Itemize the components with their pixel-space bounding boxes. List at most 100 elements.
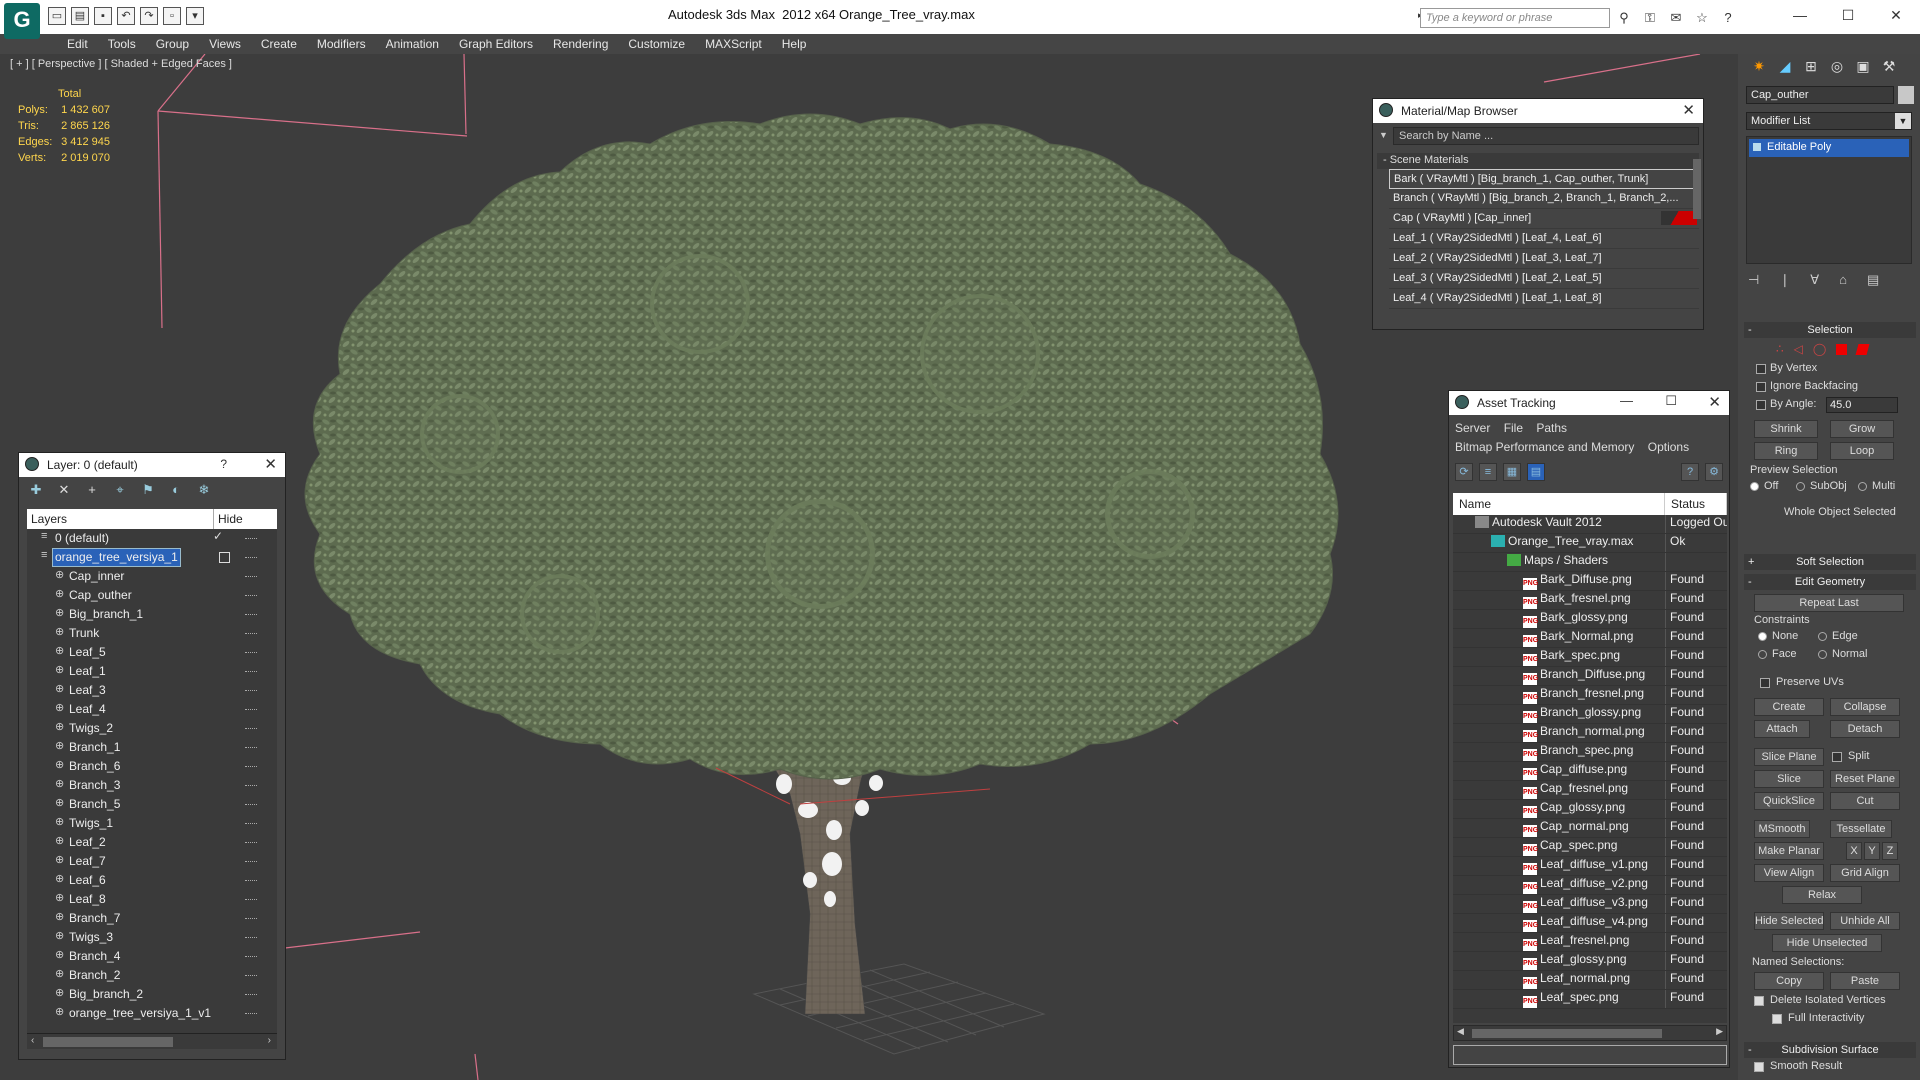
planar-z-button[interactable]: Z xyxy=(1882,842,1898,860)
attach-button[interactable]: Attach xyxy=(1754,720,1810,738)
angle-value-field[interactable]: 45.0 xyxy=(1826,397,1898,413)
layer-row[interactable]: ≡ 0 (default) ✓ xyxy=(27,529,277,548)
grid-align-button[interactable]: Grid Align xyxy=(1830,864,1900,882)
show-end-result-icon[interactable]: ❘ xyxy=(1779,272,1790,288)
scrollbar-thumb[interactable] xyxy=(43,1037,173,1047)
layer-row[interactable]: ⊕ Leaf_1 xyxy=(27,662,277,681)
minimize-icon[interactable]: — xyxy=(1776,4,1824,26)
layer-row[interactable]: ⊕ Leaf_4 xyxy=(27,700,277,719)
hide-toggle[interactable] xyxy=(245,823,257,825)
binoculars-icon[interactable]: ⚲ xyxy=(1614,9,1634,27)
set-current-checkbox[interactable] xyxy=(219,552,230,563)
menu-rendering[interactable]: Rendering xyxy=(543,34,618,54)
layer-row[interactable]: ≡ orange_tree_versiya_1 xyxy=(27,548,277,567)
menu-edit[interactable]: Edit xyxy=(57,34,98,54)
by-angle-checkbox[interactable] xyxy=(1756,400,1766,410)
menu-graph-editors[interactable]: Graph Editors xyxy=(449,34,543,54)
configure-sets-icon[interactable]: ▤ xyxy=(1867,272,1879,288)
grow-button[interactable]: Grow xyxy=(1830,420,1894,438)
layer-row[interactable]: ⊕ Big_branch_1 xyxy=(27,605,277,624)
menu-modifiers[interactable]: Modifiers xyxy=(307,34,376,54)
create-tab-icon[interactable]: ✷ xyxy=(1748,58,1770,78)
vertex-level-icon[interactable]: ∴ xyxy=(1776,342,1784,356)
hide-unselected-button[interactable]: Hide Unselected xyxy=(1772,934,1882,952)
keyword-search-input[interactable]: Type a keyword or phrase xyxy=(1420,8,1610,28)
close-icon[interactable]: ✕ xyxy=(1708,393,1721,411)
col-layers[interactable]: Layers xyxy=(27,509,213,529)
layer-row[interactable]: ⊕ Leaf_5 xyxy=(27,643,277,662)
freeze-all-icon[interactable]: ❄ xyxy=(195,481,213,499)
loop-button[interactable]: Loop xyxy=(1830,442,1894,460)
refresh-icon[interactable]: ⟳ xyxy=(1455,463,1473,481)
save-file-icon[interactable]: ▪ xyxy=(94,7,112,25)
hide-toggle[interactable] xyxy=(245,937,257,939)
layer-row[interactable]: ⊕ Leaf_7 xyxy=(27,852,277,871)
close-icon[interactable]: ✕ xyxy=(1872,4,1920,26)
asset-row[interactable]: PNG Cap_diffuse.png Found xyxy=(1453,762,1727,781)
object-color-swatch[interactable] xyxy=(1898,86,1914,104)
new-file-icon[interactable]: ▭ xyxy=(48,7,66,25)
planar-x-button[interactable]: X xyxy=(1846,842,1862,860)
constraint-edge-radio[interactable] xyxy=(1818,632,1827,641)
hide-toggle[interactable] xyxy=(245,709,257,711)
layer-row[interactable]: ⊕ Big_branch_2 xyxy=(27,985,277,1004)
unhide-all-button[interactable]: Unhide All xyxy=(1830,912,1900,930)
asset-row[interactable]: PNG Leaf_diffuse_v2.png Found xyxy=(1453,876,1727,895)
hide-toggle[interactable] xyxy=(245,766,257,768)
delete-isolated-checkbox[interactable] xyxy=(1754,996,1764,1006)
asset-row[interactable]: PNG Leaf_fresnel.png Found xyxy=(1453,933,1727,952)
layer-row[interactable]: ⊕ Leaf_8 xyxy=(27,890,277,909)
hide-toggle[interactable] xyxy=(245,671,257,673)
constraint-none-radio[interactable] xyxy=(1758,632,1767,641)
material-item[interactable]: Leaf_4 ( VRay2SidedMtl ) [Leaf_1, Leaf_8… xyxy=(1389,289,1699,309)
asset-row[interactable]: PNG Leaf_spec.png Found xyxy=(1453,990,1727,1009)
menu-options[interactable]: Options xyxy=(1648,440,1689,454)
layer-row[interactable]: ⊕ Branch_7 xyxy=(27,909,277,928)
current-layer-check-icon[interactable]: ✓ xyxy=(213,529,223,543)
create-button[interactable]: Create xyxy=(1754,698,1824,716)
hide-toggle[interactable] xyxy=(245,880,257,882)
subdivision-surface-rollout-header[interactable]: - Subdivision Surface xyxy=(1744,1042,1916,1058)
make-unique-icon[interactable]: ∀ xyxy=(1810,272,1819,288)
selection-rollout-header[interactable]: - Selection xyxy=(1744,322,1916,338)
stack-item-editable-poly[interactable]: Editable Poly xyxy=(1749,139,1909,157)
menu-paths[interactable]: Paths xyxy=(1536,421,1567,435)
scroll-right-icon[interactable]: › xyxy=(268,1035,271,1046)
asset-row[interactable]: PNG Leaf_diffuse_v3.png Found xyxy=(1453,895,1727,914)
hide-toggle[interactable] xyxy=(245,994,257,996)
scene-materials-header[interactable]: - Scene Materials xyxy=(1377,153,1699,169)
menu-animation[interactable]: Animation xyxy=(376,34,449,54)
asset-row[interactable]: Maps / Shaders xyxy=(1453,553,1727,572)
asset-row[interactable]: PNG Branch_spec.png Found xyxy=(1453,743,1727,762)
paste-button[interactable]: Paste xyxy=(1830,972,1900,990)
material-item[interactable]: Leaf_1 ( VRay2SidedMtl ) [Leaf_4, Leaf_6… xyxy=(1389,229,1699,249)
close-icon[interactable]: ✕ xyxy=(264,455,277,473)
undo-icon[interactable]: ↶ xyxy=(117,7,135,25)
constraint-face-radio[interactable] xyxy=(1758,650,1767,659)
constraint-normal-radio[interactable] xyxy=(1818,650,1827,659)
help-icon[interactable]: ? xyxy=(220,457,227,471)
layer-row[interactable]: ⊕ Leaf_6 xyxy=(27,871,277,890)
repeat-last-button[interactable]: Repeat Last xyxy=(1754,594,1904,612)
hide-toggle[interactable] xyxy=(245,918,257,920)
layer-row[interactable]: ⊕ orange_tree_versiya_1_v1 xyxy=(27,1004,277,1023)
highlight-layer-icon[interactable]: ⚑ xyxy=(139,481,157,499)
layer-manager-titlebar[interactable]: Layer: 0 (default) ? ✕ xyxy=(19,453,285,477)
layer-row[interactable]: ⊕ Cap_outher xyxy=(27,586,277,605)
layer-row[interactable]: ⊕ Branch_2 xyxy=(27,966,277,985)
relax-button[interactable]: Relax xyxy=(1782,886,1862,904)
asset-row[interactable]: PNG Cap_spec.png Found xyxy=(1453,838,1727,857)
minimize-icon[interactable]: — xyxy=(1620,393,1633,408)
open-file-icon[interactable]: ▤ xyxy=(71,7,89,25)
hide-toggle[interactable] xyxy=(245,576,257,578)
menu-server[interactable]: Server xyxy=(1455,421,1490,435)
app-logo-icon[interactable]: G xyxy=(4,3,40,39)
asset-row[interactable]: PNG Leaf_diffuse_v1.png Found xyxy=(1453,857,1727,876)
delete-layer-icon[interactable]: ✕ xyxy=(55,481,73,499)
hide-toggle[interactable] xyxy=(245,652,257,654)
scrollbar-thumb[interactable] xyxy=(1472,1029,1662,1038)
element-level-icon[interactable] xyxy=(1855,344,1870,355)
horizontal-scrollbar[interactable]: ◀ ▶ xyxy=(1453,1025,1727,1041)
msmooth-button[interactable]: MSmooth xyxy=(1754,820,1810,838)
hide-toggle[interactable] xyxy=(245,975,257,977)
